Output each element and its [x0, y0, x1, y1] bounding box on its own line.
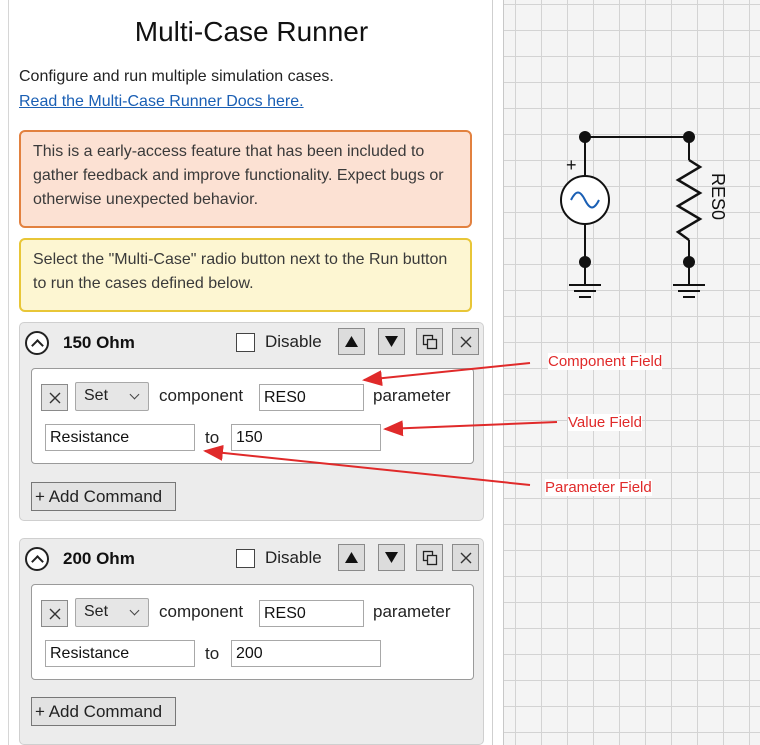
ground-icon	[569, 284, 601, 298]
annotation-arrows	[203, 362, 558, 486]
component-field-annotation: Component Field	[548, 353, 663, 370]
schematic-and-annotations: + RES0	[203, 131, 728, 486]
resistor-icon: RES0	[675, 158, 728, 242]
value-field-annotation: Value Field	[568, 414, 642, 431]
source-polarity: +	[566, 155, 577, 175]
parameter-field-annotation: Parameter Field	[545, 479, 652, 496]
resistor-label: RES0	[708, 173, 728, 220]
ground-icon	[673, 284, 705, 298]
